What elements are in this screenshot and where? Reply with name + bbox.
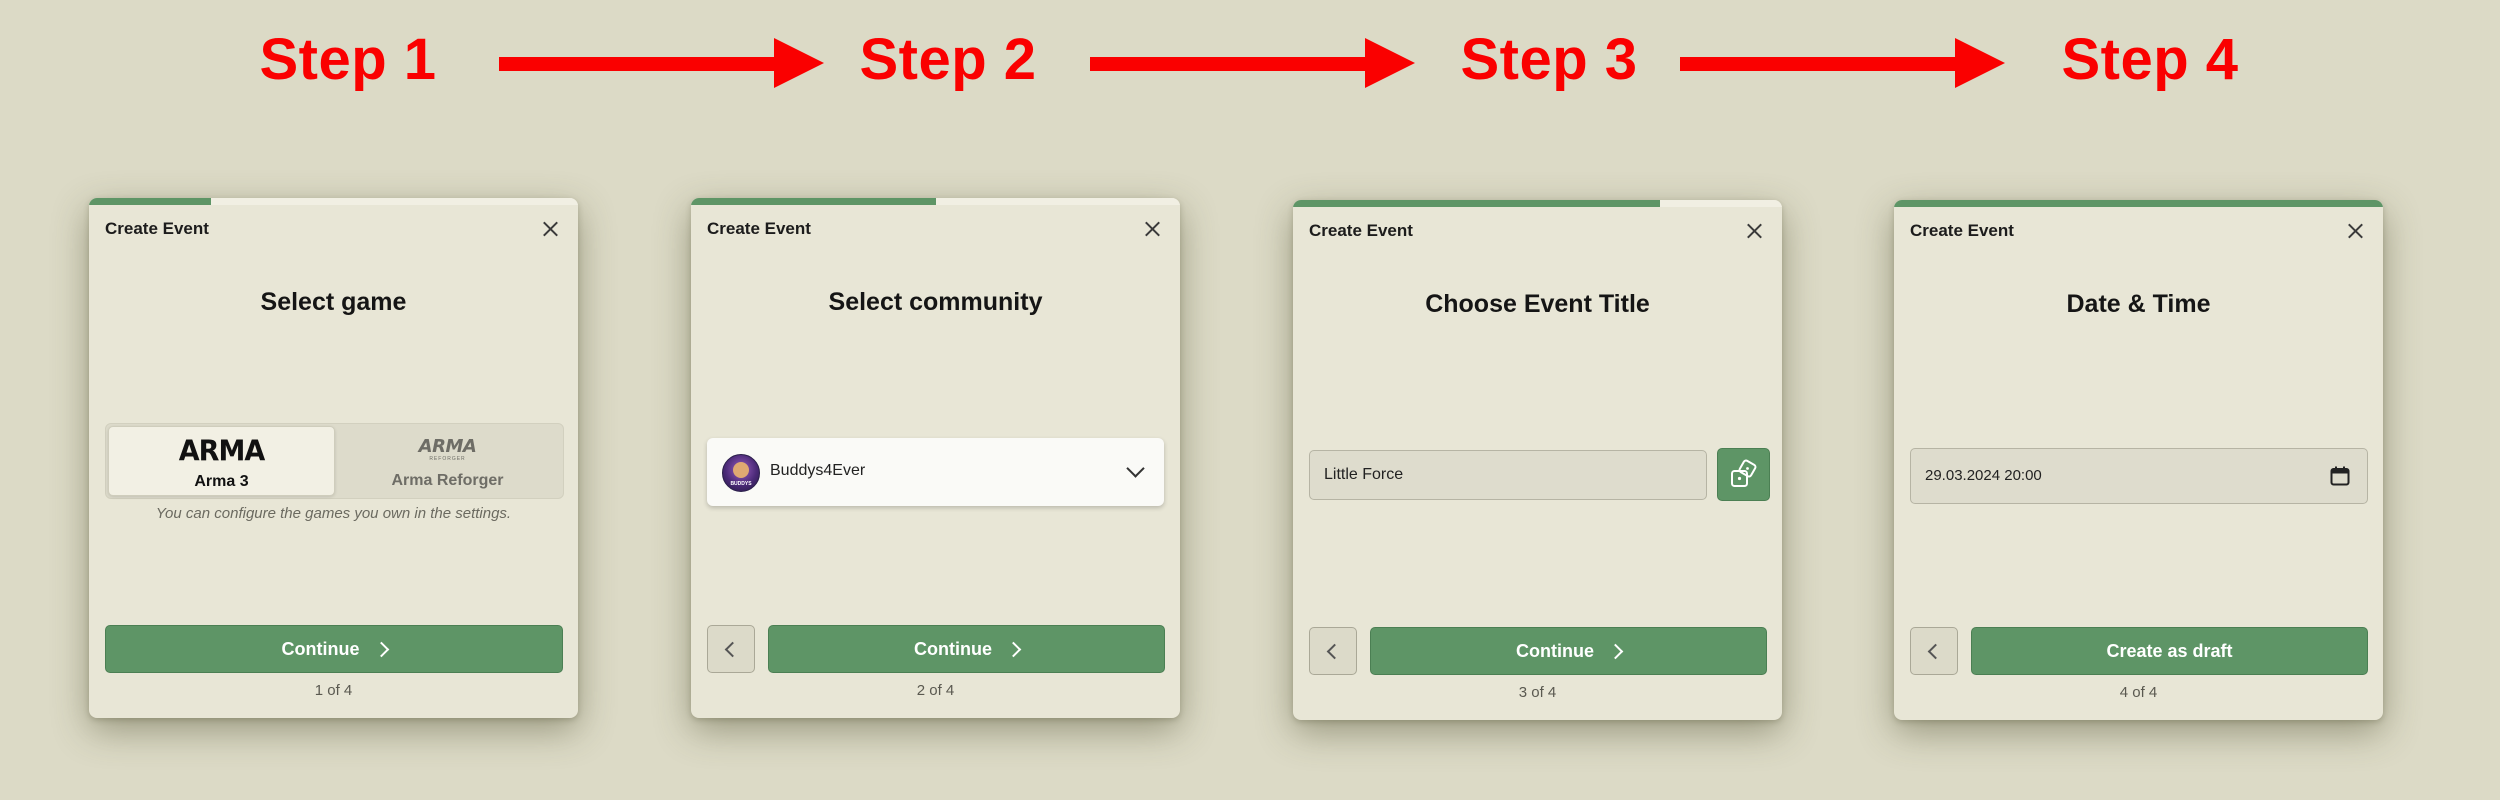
page-indicator: 1 of 4 [314, 682, 353, 699]
create-event-dialog-step-3: Create Event Choose Event Title Little F… [1293, 200, 1782, 720]
dialog-title: Select game [260, 288, 407, 316]
chevron-right-icon [1005, 641, 1022, 657]
game-name: Arma Reforger [391, 472, 504, 489]
back-button[interactable] [1309, 627, 1357, 675]
create-event-dialog-step-2: Create Event Select community BUDDYS Bud… [691, 198, 1180, 718]
create-event-dialog-step-4: Create Event Date & Time 29.03.2024 20:0… [1894, 200, 2383, 720]
dialog-title: Select community [828, 288, 1043, 316]
progress-fill [89, 198, 212, 205]
step-1-label: Step 1 [259, 27, 437, 92]
randomize-title-button[interactable] [1717, 448, 1770, 501]
chevron-left-icon [1326, 643, 1343, 660]
arma-3-logo: ARMA [178, 434, 265, 468]
create-event-dialog-step-1: Create Event Select game ARMA Arma 3 ARM… [89, 198, 578, 718]
calendar-icon[interactable] [2329, 465, 2351, 487]
page-indicator: 2 of 4 [916, 682, 955, 699]
dialog-header-title: Create Event [707, 219, 811, 238]
close-icon[interactable] [1742, 219, 1766, 243]
create-as-draft-label: Create as draft [2106, 640, 2233, 661]
step-3-label: Step 3 [1460, 27, 1638, 92]
community-select-value: Buddys4Ever [770, 462, 866, 479]
chevron-right-icon [1607, 643, 1624, 659]
continue-button[interactable]: Continue [1370, 627, 1767, 675]
dialog-header-title: Create Event [105, 219, 209, 238]
dialog-header-title: Create Event [1309, 221, 1413, 240]
arrow-step-3-to-4 [1680, 38, 2005, 88]
game-option-arma-reforger[interactable]: ARMA REFORGER Arma Reforger [335, 426, 560, 494]
progress-fill [1894, 200, 2383, 207]
arrow-step-1-to-2 [499, 38, 824, 88]
create-as-draft-button[interactable]: Create as draft [1971, 627, 2368, 675]
back-button[interactable] [1910, 627, 1958, 675]
continue-label: Continue [914, 638, 992, 659]
event-title-input[interactable]: Little Force [1309, 450, 1707, 500]
page-indicator: 3 of 4 [1518, 684, 1557, 701]
datetime-value: 29.03.2024 20:00 [1925, 467, 2042, 484]
chevron-left-icon [1927, 643, 1944, 660]
settings-hint: You can configure the games you own in t… [155, 505, 512, 522]
community-avatar: BUDDYS [722, 454, 760, 492]
step-4-label: Step 4 [2061, 27, 2239, 92]
dialog-title: Date & Time [2066, 290, 2211, 318]
dialog-title: Choose Event Title [1425, 290, 1650, 318]
continue-label: Continue [281, 638, 360, 659]
chevron-right-icon [373, 641, 389, 657]
continue-button[interactable]: Continue [768, 625, 1165, 673]
chevron-left-icon [724, 641, 741, 658]
dialog-header-title: Create Event [1910, 221, 2014, 240]
continue-button[interactable]: Continue [105, 625, 563, 673]
arrow-step-2-to-3 [1090, 38, 1415, 88]
page-indicator: 4 of 4 [2119, 684, 2158, 701]
progress-bar [691, 198, 1180, 205]
stage: Step 1 Step 2 Step 3 Step 4 Create Event… [0, 0, 2500, 800]
datetime-input[interactable]: 29.03.2024 20:00 [1910, 448, 2368, 504]
game-option-arma-3[interactable]: ARMA Arma 3 [108, 426, 335, 496]
game-name: Arma 3 [194, 473, 249, 490]
progress-bar [1293, 200, 1782, 207]
progress-bar [1894, 200, 2383, 207]
progress-fill [1293, 200, 1660, 207]
arma-reforger-logo: ARMA REFORGER [418, 436, 477, 462]
progress-fill [691, 198, 936, 205]
chevron-down-icon [1126, 459, 1145, 478]
game-selector: ARMA Arma 3 ARMA REFORGER Arma Reforger [105, 423, 564, 499]
close-icon[interactable] [538, 217, 562, 241]
close-icon[interactable] [1140, 217, 1164, 241]
progress-bar [89, 198, 578, 205]
close-icon[interactable] [2343, 219, 2367, 243]
dice-icon [1731, 459, 1757, 487]
continue-label: Continue [1516, 640, 1594, 661]
back-button[interactable] [707, 625, 755, 673]
community-select[interactable]: BUDDYS Buddys4Ever [707, 438, 1164, 506]
step-2-label: Step 2 [859, 27, 1037, 92]
